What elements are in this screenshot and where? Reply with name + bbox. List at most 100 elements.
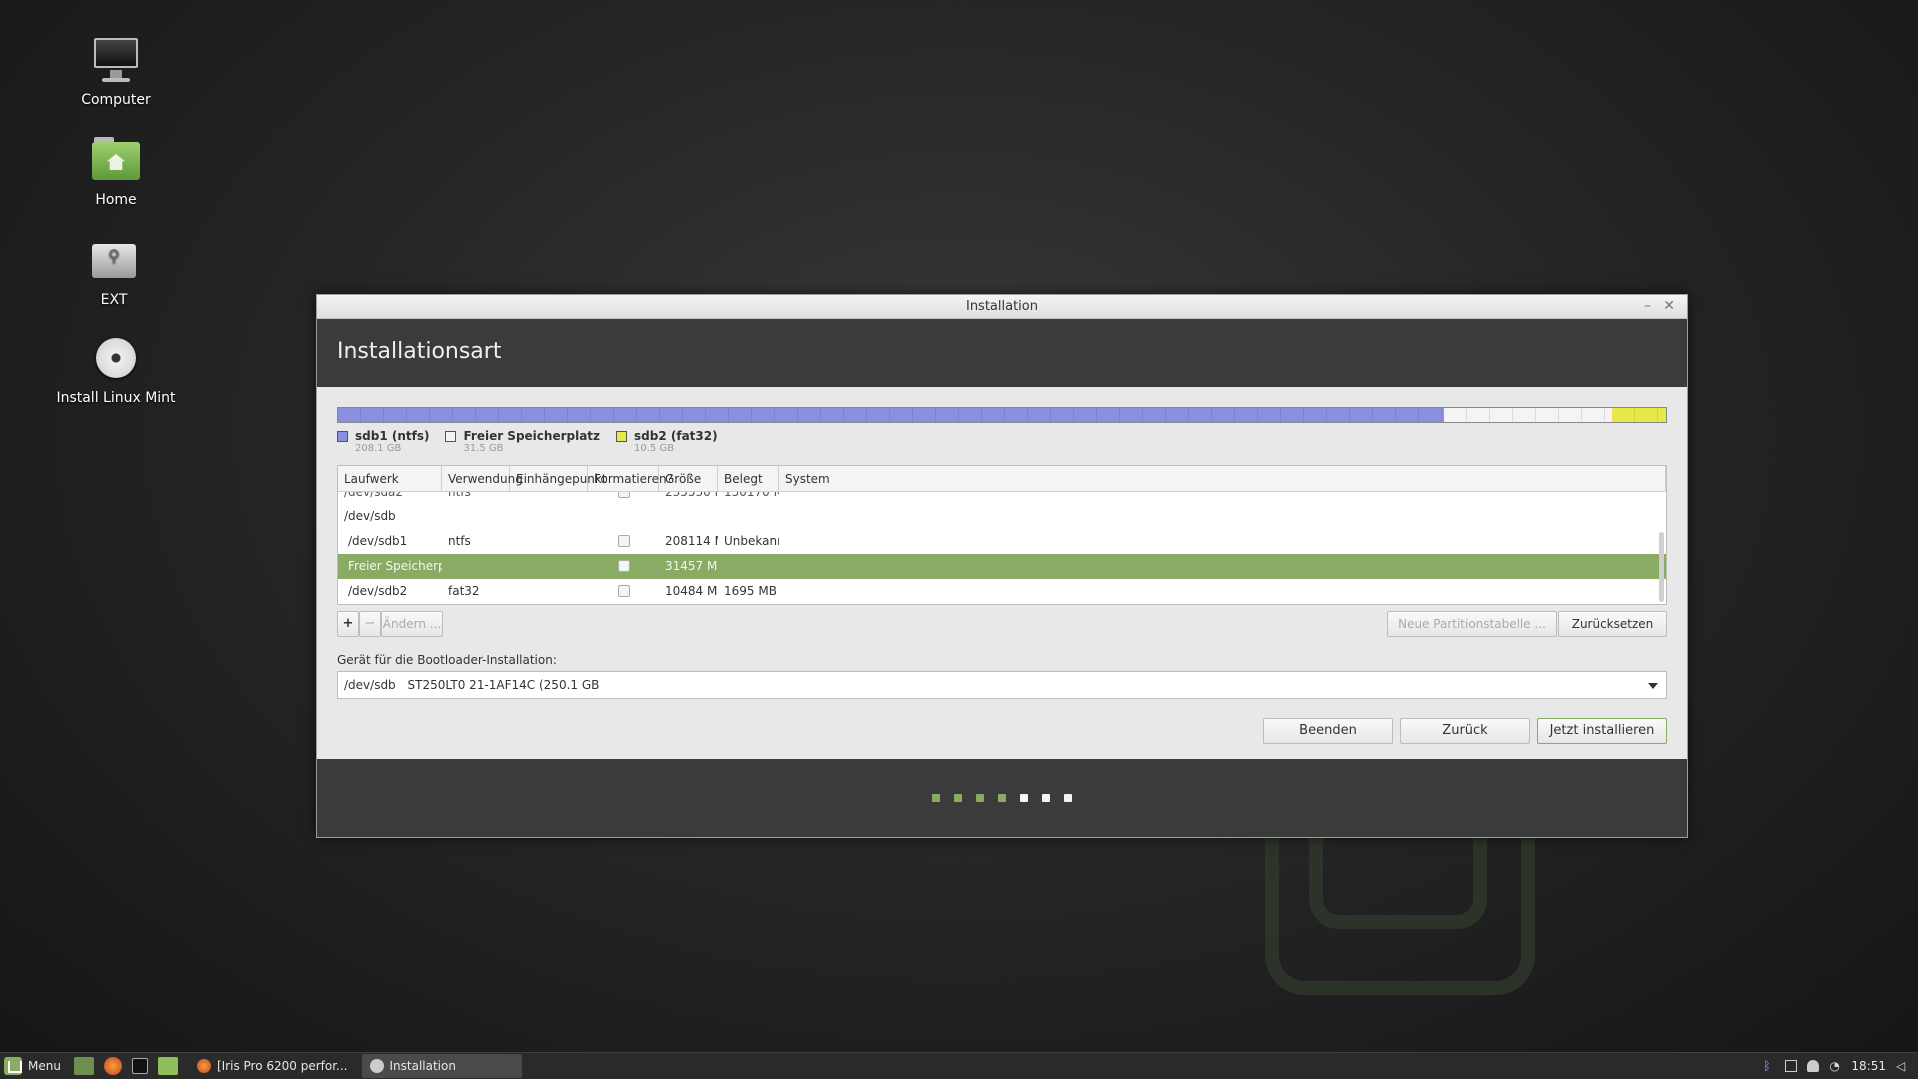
legend-swatch [445, 431, 457, 442]
table-cell [718, 504, 779, 529]
partition-segment[interactable] [338, 408, 1445, 422]
user-icon[interactable] [1807, 1060, 1820, 1072]
close-icon[interactable]: ✕ [1663, 295, 1675, 317]
column-header[interactable]: Laufwerk [338, 466, 442, 491]
main-content: sdb1 (ntfs) 208.1 GB Freier Speicherplatz 3… [317, 387, 1687, 762]
format-checkbox[interactable] [617, 585, 630, 597]
table-cell [779, 554, 1666, 579]
bootloader-device: /dev/sdb [344, 678, 396, 692]
firefox-icon[interactable] [103, 1057, 122, 1075]
table-cell [510, 579, 588, 604]
desktop-icon-install[interactable]: Install Linux Mint [46, 332, 186, 406]
column-header[interactable]: Belegt [718, 466, 779, 491]
partition-segment[interactable] [1611, 408, 1666, 422]
legend-name: sdb2 (fat32) [634, 429, 718, 443]
partition-legend: sdb1 (ntfs) 208.1 GB Freier Speicherplatz 3… [337, 429, 718, 454]
window-title: Installation [965, 299, 1038, 314]
menu-button[interactable]: Menu [0, 1053, 69, 1079]
table-cell [659, 504, 718, 529]
usb-drive-icon: ⚲ [88, 234, 140, 286]
desktop-icon-computer[interactable]: Computer [46, 34, 186, 108]
clock[interactable]: 18:51 [1851, 1059, 1886, 1073]
table-cell [779, 529, 1666, 554]
show-desktop-icon[interactable] [73, 1057, 94, 1075]
table-cell [779, 504, 1666, 529]
legend-swatch [337, 431, 348, 442]
table-row[interactable]: Freier Speicherplatz 31457 MB [338, 554, 1666, 579]
table-cell [510, 492, 588, 504]
cell-format [588, 529, 659, 554]
update-icon[interactable] [1785, 1060, 1798, 1072]
task-installation-window[interactable]: Installation [361, 1054, 522, 1078]
bootloader-device-select[interactable]: /dev/sdb ST250LT0 21-1AF14C (250.1 GB [337, 671, 1667, 699]
table-cell [510, 529, 588, 554]
desktop-icon-home[interactable]: Home [46, 134, 186, 208]
files-icon[interactable] [157, 1057, 178, 1075]
minimize-icon[interactable]: – [1644, 295, 1651, 317]
table-cell: /dev/sdb2 [348, 584, 408, 598]
wifi-icon[interactable]: ◔ [1829, 1060, 1841, 1072]
mint-menu-icon [4, 1057, 22, 1075]
computer-icon [90, 34, 142, 86]
terminal-icon[interactable] [131, 1058, 148, 1074]
table-cell: fat32 [448, 584, 480, 598]
table-scrollbar[interactable] [1659, 532, 1664, 602]
reset-button[interactable]: Zurücksetzen [1558, 611, 1667, 637]
bluetooth-icon[interactable]: ᛒ [1763, 1060, 1775, 1072]
legend-item: sdb1 (ntfs) 208.1 GB [337, 429, 429, 454]
legend-item: sdb2 (fat32) 10.5 GB [616, 429, 718, 454]
column-header[interactable]: Größe [659, 466, 718, 491]
table-cell: Unbekannt [724, 534, 779, 548]
remove-partition-button[interactable]: − [359, 611, 381, 637]
desktop-icon-label: Install Linux Mint [56, 390, 176, 406]
cell-format [588, 492, 659, 504]
table-row[interactable]: /dev/sda2 ntfs 235530 MB 150170 MB [338, 492, 1666, 504]
partition-segment[interactable] [1444, 408, 1612, 422]
table-cell: /dev/sdb1 [348, 534, 408, 548]
table-cell: 235530 MB [665, 492, 718, 499]
table-cell [442, 504, 510, 529]
desktop-icon-label: Computer [81, 92, 151, 108]
cell-format [588, 579, 659, 604]
format-checkbox[interactable] [617, 535, 630, 547]
install-now-button[interactable]: Jetzt installieren [1537, 718, 1667, 744]
table-row[interactable]: /dev/sdb1 ntfs 208114 MB Unbekannt [338, 529, 1666, 554]
partition-table: Laufwerk Verwendung Einhängepunkt Formatier… [337, 465, 1667, 605]
quit-button[interactable]: Beenden [1263, 718, 1393, 744]
desktop-icon-ext[interactable]: ⚲ EXT [44, 234, 184, 308]
progress-dot [932, 794, 940, 802]
table-cell: /dev/sdb [344, 509, 396, 523]
format-checkbox[interactable] [617, 560, 630, 572]
table-cell [510, 554, 588, 579]
window-titlebar[interactable]: Installation – ✕ [317, 295, 1687, 319]
table-row[interactable]: /dev/sdb [338, 504, 1666, 529]
task-label: [Iris Pro 6200 perfor... [216, 1059, 348, 1073]
firefox-icon [196, 1059, 211, 1073]
table-row[interactable]: /dev/sdb2 fat32 10484 MB 1695 MB [338, 579, 1666, 604]
column-header[interactable]: Formatieren? [588, 466, 673, 491]
column-header[interactable]: System [779, 466, 1666, 491]
table-cell [510, 504, 588, 529]
desktop-icon-label: EXT [100, 292, 128, 308]
table-cell: ntfs [448, 492, 471, 499]
change-partition-button[interactable]: Ändern ... [381, 611, 443, 637]
progress-dot [954, 794, 962, 802]
column-header[interactable]: Verwendung [442, 466, 523, 491]
table-cell [779, 579, 1666, 604]
format-checkbox[interactable] [617, 492, 630, 498]
bootloader-label: Gerät für die Bootloader-Installation: [337, 653, 557, 667]
new-partition-table-button[interactable]: Neue Partitionstabelle ... [1387, 611, 1557, 637]
back-button[interactable]: Zurück [1400, 718, 1530, 744]
volume-icon[interactable]: ◁ [1896, 1060, 1908, 1072]
task-label: Installation [389, 1059, 456, 1073]
task-firefox-window[interactable]: [Iris Pro 6200 perfor... [189, 1054, 356, 1078]
desktop-icon-label: Home [95, 192, 137, 208]
cell-format [588, 554, 659, 579]
legend-name: Freier Speicherplatz [463, 429, 601, 443]
column-header[interactable]: Einhängepunkt [510, 466, 607, 491]
progress-dot [1064, 794, 1072, 802]
add-partition-button[interactable]: + [337, 611, 359, 637]
table-cell: 208114 MB [665, 534, 718, 548]
taskbar: Menu [Iris Pro 6200 perfor... Installati… [0, 1052, 1918, 1079]
progress-dot [976, 794, 984, 802]
